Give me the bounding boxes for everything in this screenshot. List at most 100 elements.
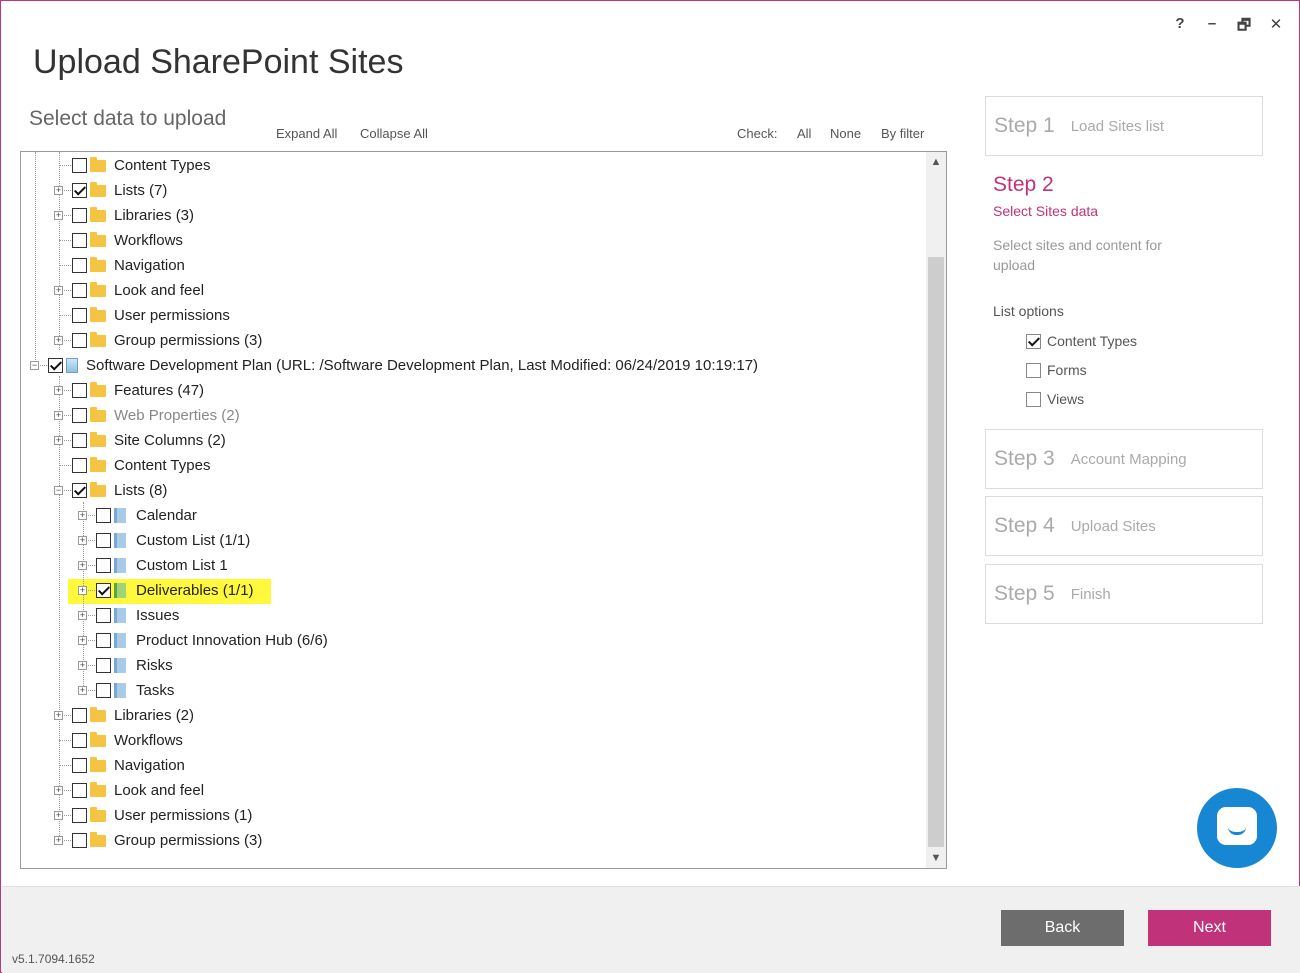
expand-icon[interactable]: +: [78, 511, 87, 520]
views-checkbox[interactable]: [1026, 391, 1041, 407]
expand-icon[interactable]: +: [78, 661, 87, 670]
tree-row[interactable]: Lists (8): [72, 478, 167, 503]
step-3-card[interactable]: Step 3 Account Mapping: [985, 429, 1263, 489]
tree-checkbox[interactable]: [72, 708, 87, 723]
restore-icon[interactable]: 🗗: [1235, 15, 1253, 40]
tree-checkbox[interactable]: [96, 583, 111, 598]
tree-checkbox[interactable]: [72, 758, 87, 773]
collapse-icon[interactable]: −: [54, 486, 63, 495]
tree-checkbox[interactable]: [72, 283, 87, 298]
tree-checkbox[interactable]: [72, 383, 87, 398]
tree-row[interactable]: Libraries (2): [72, 703, 194, 728]
tree-checkbox[interactable]: [96, 533, 111, 548]
collapse-all-link[interactable]: Collapse All: [360, 126, 428, 141]
tree-row[interactable]: Site Columns (2): [72, 428, 226, 453]
tree-row[interactable]: Look and feel: [72, 778, 204, 803]
tree-row[interactable]: Look and feel: [72, 278, 204, 303]
tree-row[interactable]: Libraries (3): [72, 203, 194, 228]
option-content-types[interactable]: Content Types: [1026, 333, 1137, 349]
back-button[interactable]: Back: [1001, 910, 1124, 946]
tree-checkbox[interactable]: [72, 808, 87, 823]
tree-checkbox[interactable]: [48, 358, 63, 373]
expand-icon[interactable]: +: [54, 811, 63, 820]
tree-checkbox[interactable]: [96, 683, 111, 698]
tree-row[interactable]: Software Development Plan (URL: /Softwar…: [48, 353, 758, 378]
chat-support-button[interactable]: [1197, 788, 1277, 868]
step-4-card[interactable]: Step 4 Upload Sites: [985, 496, 1263, 556]
tree-checkbox[interactable]: [72, 483, 87, 498]
expand-icon[interactable]: +: [54, 411, 63, 420]
tree-checkbox[interactable]: [96, 608, 111, 623]
scroll-thumb[interactable]: [928, 257, 944, 847]
expand-icon[interactable]: +: [54, 836, 63, 845]
scroll-up-icon[interactable]: ▲: [926, 156, 946, 168]
step-1-card[interactable]: Step 1 Load Sites list: [985, 96, 1263, 156]
tree-checkbox[interactable]: [72, 183, 87, 198]
tree-checkbox[interactable]: [96, 658, 111, 673]
minimize-icon[interactable]: –: [1203, 15, 1221, 40]
tree-checkbox[interactable]: [96, 558, 111, 573]
option-forms[interactable]: Forms: [1026, 362, 1087, 378]
tree-row[interactable]: Tasks: [96, 678, 174, 703]
expand-icon[interactable]: +: [54, 436, 63, 445]
tree-row[interactable]: Risks: [96, 653, 173, 678]
content-types-checkbox[interactable]: [1026, 333, 1041, 349]
expand-icon[interactable]: +: [78, 561, 87, 570]
scroll-down-icon[interactable]: ▼: [926, 852, 946, 864]
check-by-filter-link[interactable]: By filter: [881, 126, 924, 141]
tree-row[interactable]: Workflows: [72, 228, 183, 253]
help-icon[interactable]: ?: [1171, 15, 1189, 40]
tree-row[interactable]: User permissions: [72, 303, 230, 328]
expand-icon[interactable]: +: [54, 211, 63, 220]
forms-checkbox[interactable]: [1026, 362, 1041, 378]
tree-checkbox[interactable]: [72, 458, 87, 473]
expand-icon[interactable]: +: [54, 386, 63, 395]
tree-row[interactable]: Product Innovation Hub (6/6): [96, 628, 328, 653]
tree-checkbox[interactable]: [72, 733, 87, 748]
tree-row[interactable]: User permissions (1): [72, 803, 252, 828]
tree-row[interactable]: Issues: [96, 603, 179, 628]
tree-checkbox[interactable]: [96, 508, 111, 523]
expand-icon[interactable]: +: [54, 711, 63, 720]
close-icon[interactable]: ✕: [1267, 15, 1285, 40]
tree-checkbox[interactable]: [72, 433, 87, 448]
tree-row[interactable]: Workflows: [72, 728, 183, 753]
tree-row[interactable]: Content Types: [72, 153, 210, 178]
expand-icon[interactable]: +: [54, 286, 63, 295]
expand-icon[interactable]: +: [78, 536, 87, 545]
expand-icon[interactable]: +: [54, 186, 63, 195]
expand-icon[interactable]: +: [78, 611, 87, 620]
tree-row-highlighted[interactable]: Deliverables (1/1): [96, 578, 254, 603]
tree-row[interactable]: Custom List (1/1): [96, 528, 250, 553]
tree-checkbox[interactable]: [72, 233, 87, 248]
check-none-link[interactable]: None: [830, 126, 861, 141]
tree-checkbox[interactable]: [72, 158, 87, 173]
tree-row[interactable]: Navigation: [72, 753, 185, 778]
tree-checkbox[interactable]: [72, 208, 87, 223]
tree-row[interactable]: Calendar: [96, 503, 197, 528]
tree-row[interactable]: Features (47): [72, 378, 204, 403]
tree-row[interactable]: Group permissions (3): [72, 828, 262, 853]
expand-icon[interactable]: +: [78, 686, 87, 695]
tree-row[interactable]: Navigation: [72, 253, 185, 278]
expand-icon[interactable]: +: [78, 586, 87, 595]
expand-icon[interactable]: +: [78, 636, 87, 645]
collapse-icon[interactable]: −: [30, 361, 39, 370]
step-5-card[interactable]: Step 5 Finish: [985, 564, 1263, 624]
tree-row[interactable]: Lists (7): [72, 178, 167, 203]
tree-row[interactable]: Group permissions (3): [72, 328, 262, 353]
tree-checkbox[interactable]: [96, 633, 111, 648]
option-views[interactable]: Views: [1026, 391, 1084, 407]
expand-all-link[interactable]: Expand All: [276, 126, 337, 141]
expand-icon[interactable]: +: [54, 786, 63, 795]
tree-checkbox[interactable]: [72, 408, 87, 423]
tree-checkbox[interactable]: [72, 833, 87, 848]
tree-row[interactable]: Content Types: [72, 453, 210, 478]
tree-row[interactable]: Custom List 1: [96, 553, 228, 578]
tree-checkbox[interactable]: [72, 258, 87, 273]
next-button[interactable]: Next: [1148, 910, 1271, 946]
check-all-link[interactable]: All: [797, 126, 811, 141]
tree-checkbox[interactable]: [72, 783, 87, 798]
expand-icon[interactable]: +: [54, 336, 63, 345]
tree-row[interactable]: Web Properties (2): [72, 403, 240, 428]
